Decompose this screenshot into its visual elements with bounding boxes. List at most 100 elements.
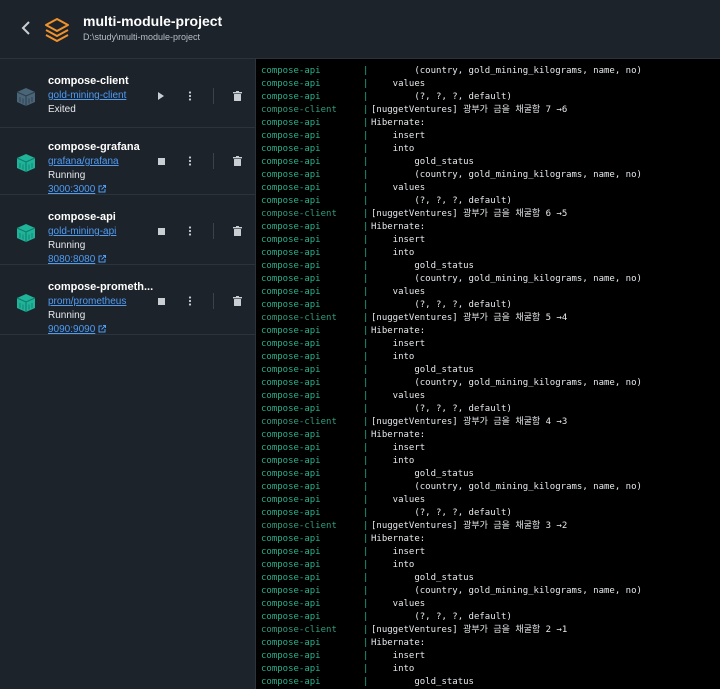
external-link-icon	[98, 325, 107, 333]
log-line: compose-api | (country, gold_mining_kilog…	[256, 273, 720, 286]
container-row-compose-client[interactable]: compose-client gold-mining-client Exited	[0, 59, 255, 128]
log-separator: |	[363, 339, 369, 349]
log-separator: |	[363, 196, 369, 206]
log-service-name: compose-api	[261, 300, 321, 310]
log-line: compose-api | (?, ?, ?, default)	[256, 195, 720, 208]
log-separator: |	[363, 287, 369, 297]
log-message: gold_status	[371, 261, 474, 271]
layers-icon	[45, 18, 69, 42]
container-image-link[interactable]: prom/prometheus	[48, 296, 126, 307]
log-line: compose-api | Hibernate:	[256, 221, 720, 234]
log-service-name: compose-client	[261, 313, 337, 323]
log-message: insert	[371, 651, 426, 661]
port-link[interactable]: 9090:9090	[48, 324, 107, 335]
log-separator: |	[363, 534, 369, 544]
log-message: Hibernate:	[371, 638, 426, 648]
log-separator: |	[363, 365, 369, 375]
log-message: insert	[371, 131, 426, 141]
log-line: compose-api | insert	[256, 442, 720, 455]
log-service-name: compose-api	[261, 131, 321, 141]
log-line: compose-api | (?, ?, ?, default)	[256, 299, 720, 312]
log-separator: |	[363, 417, 369, 427]
log-separator: |	[363, 404, 369, 414]
more-vertical-icon	[188, 296, 192, 306]
log-message: insert	[371, 339, 426, 349]
more-options-button[interactable]	[182, 223, 198, 239]
log-line: compose-api | insert	[256, 650, 720, 663]
stop-button[interactable]	[153, 153, 169, 169]
more-options-button[interactable]	[182, 293, 198, 309]
log-line: compose-client | [nuggetVentures] 광부가 금을 채…	[256, 104, 720, 117]
log-separator: |	[363, 664, 369, 674]
stop-icon	[157, 157, 165, 165]
log-separator: |	[363, 456, 369, 466]
stop-button[interactable]	[153, 223, 169, 239]
action-divider	[213, 293, 214, 309]
container-row-compose-api[interactable]: compose-api gold-mining-api Running 8080…	[0, 195, 255, 265]
start-button[interactable]	[153, 88, 169, 104]
log-separator: |	[363, 261, 369, 271]
log-line: compose-api | gold_status	[256, 156, 720, 169]
container-name: compose-client	[48, 75, 129, 87]
container-row-compose-prometheus[interactable]: compose-prometh... prom/prometheus Runni…	[0, 265, 255, 335]
log-message: gold_status	[371, 677, 474, 687]
log-service-name: compose-api	[261, 365, 321, 375]
log-service-name: compose-api	[261, 157, 321, 167]
log-line: compose-api | values	[256, 78, 720, 91]
log-service-name: compose-client	[261, 105, 337, 115]
port-link[interactable]: 8080:8080	[48, 254, 107, 265]
log-message: [nuggetVentures] 광부가 금을 채굴함 3 →2	[371, 521, 568, 531]
log-message: (?, ?, ?, default)	[371, 196, 512, 206]
trash-icon	[232, 296, 242, 306]
delete-button[interactable]	[229, 293, 245, 309]
log-separator: |	[363, 118, 369, 128]
log-line: compose-api | gold_status	[256, 572, 720, 585]
log-message: (country, gold_mining_kilograms, name, n…	[371, 378, 642, 388]
container-image-link[interactable]: gold-mining-client	[48, 90, 126, 101]
log-message: gold_status	[371, 469, 474, 479]
stop-button[interactable]	[153, 293, 169, 309]
more-options-button[interactable]	[182, 153, 198, 169]
container-row-compose-grafana[interactable]: compose-grafana grafana/grafana Running …	[0, 125, 255, 195]
log-service-name: compose-api	[261, 534, 321, 544]
log-service-name: compose-api	[261, 118, 321, 128]
stop-icon	[157, 297, 165, 305]
log-message: [nuggetVentures] 광부가 금을 채굴함 7 →6	[371, 105, 568, 115]
log-separator: |	[363, 313, 369, 323]
container-image-link[interactable]: gold-mining-api	[48, 226, 116, 237]
log-service-name: compose-api	[261, 469, 321, 479]
container-image-link[interactable]: grafana/grafana	[48, 156, 119, 167]
log-service-name: compose-api	[261, 79, 321, 89]
log-service-name: compose-api	[261, 677, 321, 687]
log-separator: |	[363, 651, 369, 661]
log-message: (?, ?, ?, default)	[371, 92, 512, 102]
log-separator: |	[363, 235, 369, 245]
delete-button[interactable]	[229, 153, 245, 169]
port-link[interactable]: 3000:3000	[48, 184, 107, 195]
delete-button[interactable]	[229, 223, 245, 239]
log-service-name: compose-api	[261, 339, 321, 349]
log-separator: |	[363, 469, 369, 479]
log-message: (country, gold_mining_kilograms, name, n…	[371, 482, 642, 492]
more-options-button[interactable]	[182, 88, 198, 104]
delete-button[interactable]	[229, 88, 245, 104]
log-message: into	[371, 664, 415, 674]
log-separator: |	[363, 547, 369, 557]
back-button[interactable]	[16, 18, 36, 38]
log-service-name: compose-client	[261, 625, 337, 635]
log-message: (country, gold_mining_kilograms, name, n…	[371, 274, 642, 284]
log-service-name: compose-api	[261, 170, 321, 180]
log-line: compose-api | gold_status	[256, 468, 720, 481]
log-line: compose-api | (?, ?, ?, default)	[256, 91, 720, 104]
log-service-name: compose-api	[261, 248, 321, 258]
log-line: compose-api | insert	[256, 338, 720, 351]
log-separator: |	[363, 326, 369, 336]
log-message: into	[371, 352, 415, 362]
log-service-name: compose-api	[261, 222, 321, 232]
log-separator: |	[363, 378, 369, 388]
log-message: [nuggetVentures] 광부가 금을 채굴함 6 →5	[371, 209, 568, 219]
log-output[interactable]: compose-api | (country, gold_mining_kilog…	[256, 59, 720, 689]
container-name: compose-api	[48, 211, 116, 223]
log-separator: |	[363, 560, 369, 570]
log-separator: |	[363, 79, 369, 89]
